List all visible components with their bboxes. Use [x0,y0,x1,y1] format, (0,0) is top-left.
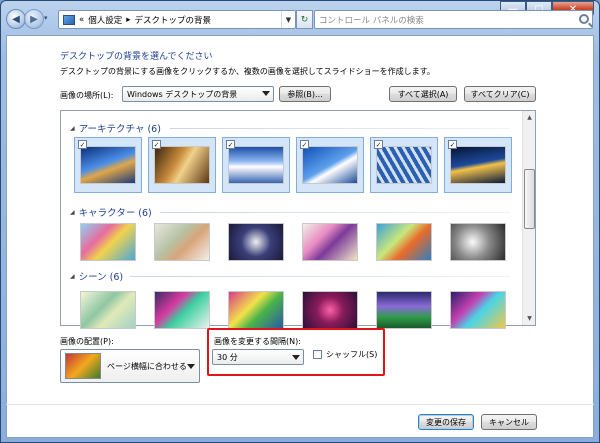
group-header-architecture[interactable]: ◢ アーキテクチャ (6) [70,121,161,135]
wallpaper-image [228,223,284,261]
wallpaper-image [376,146,432,184]
group-divider [170,128,510,129]
wallpaper-thumb[interactable] [296,214,364,270]
forward-arrow-icon[interactable]: ▶ [24,9,44,29]
back-arrow-icon[interactable]: ◀ [6,9,26,29]
checkbox-checked-icon[interactable]: ✓ [152,140,161,149]
wallpaper-thumb[interactable] [148,282,216,338]
chevron-down-icon [187,364,195,369]
wallpaper-thumb[interactable] [74,214,142,270]
wallpaper-image [154,291,210,329]
wallpaper-thumb[interactable]: ✓ [148,137,216,193]
position-preview-image [65,353,101,379]
wallpaper-image [376,223,432,261]
checkbox-checked-icon[interactable]: ✓ [300,140,309,149]
wallpaper-thumb[interactable]: ✓ [444,137,512,193]
wallpaper-image [302,291,358,329]
group-title: シーン (6) [78,272,124,283]
position-label: 画像の配置(P): [60,337,114,346]
wallpaper-image [376,291,432,329]
scroll-up-arrow-icon[interactable]: ▲ [523,111,536,124]
collapse-triangle-icon[interactable]: ◢ [70,273,75,280]
wallpaper-thumb[interactable] [444,282,512,338]
wallpaper-image [80,146,136,184]
control-panel-icon [63,14,75,25]
checkbox-checked-icon[interactable]: ✓ [448,140,457,149]
cancel-button[interactable]: キャンセル [481,414,537,430]
group-divider [160,212,510,213]
wallpaper-image [154,146,210,184]
wallpaper-image [80,223,136,261]
page-title: デスクトップの背景を選んでください [60,52,213,62]
location-label: 画像の場所(L): [60,91,114,100]
wallpaper-thumb[interactable] [74,282,142,338]
wallpaper-thumb[interactable] [222,214,290,270]
position-select[interactable]: ページ横幅に合わせる [60,349,200,383]
wallpaper-image [228,291,284,329]
wallpaper-thumb[interactable] [148,214,216,270]
wallpaper-image [450,291,506,329]
wallpaper-thumb[interactable] [370,214,438,270]
search-icon[interactable] [579,14,589,24]
address-bar[interactable]: « 個人設定 ▸ デスクトップの背景 ▼ [58,10,296,29]
checkbox-unchecked-icon[interactable] [313,350,322,359]
address-dropdown-icon[interactable]: ▼ [281,11,295,28]
clear-all-button[interactable]: すべてクリア(C) [464,86,536,102]
breadcrumb-separator[interactable]: ▸ [126,15,130,25]
recent-pages-dropdown-icon[interactable]: ▾ [44,14,48,22]
chevron-down-icon [292,355,300,360]
group-divider [130,276,510,277]
wallpaper-image [450,146,506,184]
search-input[interactable]: コントロール パネルの検索 [314,10,593,29]
breadcrumb-desktop-background[interactable]: デスクトップの背景 [135,14,212,26]
wallpaper-thumb[interactable]: ✓ [370,137,438,193]
wallpaper-image [302,223,358,261]
wallpaper-image [450,223,506,261]
wallpaper-image [154,223,210,261]
footer-divider [6,404,594,405]
wallpaper-image [302,146,358,184]
interval-select[interactable]: 30 分 [212,349,304,365]
interval-label: 画像を変更する間隔(N): [214,337,301,346]
checkbox-checked-icon[interactable]: ✓ [78,140,87,149]
location-select[interactable]: Windows デスクトップの背景 [122,86,274,102]
group-header-scenes[interactable]: ◢ シーン (6) [70,269,123,283]
shuffle-checkbox[interactable]: シャッフル(S) [313,349,377,360]
wallpaper-image [80,291,136,329]
group-title: アーキテクチャ (6) [78,124,161,135]
wallpaper-thumb[interactable]: ✓ [74,137,142,193]
scroll-down-arrow-icon[interactable]: ▼ [523,312,536,325]
scrollbar-thumb[interactable] [524,169,535,229]
checkbox-checked-icon[interactable]: ✓ [374,140,383,149]
position-value: ページ横幅に合わせる [107,362,187,371]
gallery-scrollbar[interactable]: ▲ ▼ [522,111,535,325]
breadcrumb-root-chevron[interactable]: « [79,15,84,25]
collapse-triangle-icon[interactable]: ◢ [70,125,75,132]
wallpaper-thumb[interactable] [444,214,512,270]
checkbox-checked-icon[interactable]: ✓ [226,140,235,149]
wallpaper-image [228,146,284,184]
wallpaper-thumb[interactable]: ✓ [222,137,290,193]
search-placeholder: コントロール パネルの検索 [319,15,424,26]
save-changes-button[interactable]: 変更の保存 [418,414,474,430]
select-all-button[interactable]: すべて選択(A) [389,86,457,102]
browse-button[interactable]: 参照(B)... [279,86,331,102]
shuffle-label[interactable]: シャッフル(S) [326,349,377,360]
location-value: Windows デスクトップの背景 [127,89,238,99]
interval-value: 30 分 [217,352,238,362]
wallpaper-thumb[interactable]: ✓ [296,137,364,193]
breadcrumb-personalize[interactable]: 個人設定 [88,14,122,26]
refresh-icon[interactable]: ↻ [296,10,313,29]
page-description: デスクトップの背景にする画像をクリックするか、複数の画像を選択してスライドショー… [60,67,435,76]
chevron-down-icon [262,91,270,96]
